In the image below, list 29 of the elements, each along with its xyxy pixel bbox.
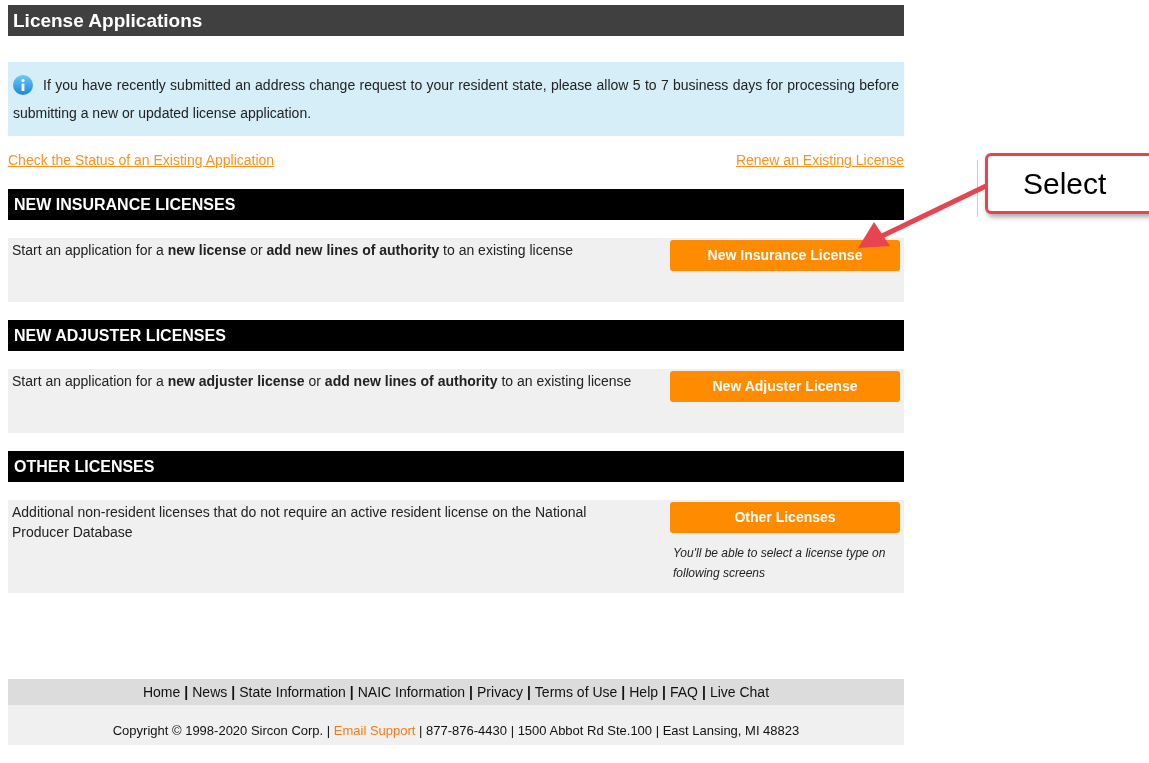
footer-link[interactable]: Privacy (477, 681, 523, 703)
footer-link[interactable]: Help (629, 681, 659, 703)
separator-text: | (184, 682, 189, 702)
section-header: NEW INSURANCE LICENSES (8, 189, 904, 220)
footer-link[interactable]: State Information (239, 681, 346, 703)
separator-text: | (662, 682, 666, 702)
section-description: Additional non-resident licenses that do not require an active resident license on the National Producer Database (12, 503, 588, 542)
footer-link[interactable]: NAIC Information (357, 681, 466, 703)
footer-link[interactable]: Live Chat (709, 681, 770, 703)
footer-link[interactable]: Terms of Use (534, 681, 618, 703)
footer-link[interactable]: News (192, 681, 228, 703)
section-description: Start an application for a new license or add new lines of authority to an existing license (12, 241, 575, 260)
separator-text: | (701, 682, 706, 702)
footer-link[interactable]: FAQ (669, 681, 698, 703)
section-header: OTHER LICENSES (8, 451, 904, 482)
separator-text: | (349, 682, 354, 702)
separator-text: | (621, 682, 626, 702)
separator-text: | (231, 682, 236, 702)
section-header: NEW ADJUSTER LICENSES (8, 320, 904, 351)
footer-link[interactable]: Home (142, 681, 181, 703)
callout-box: Select (985, 153, 1149, 214)
separator-text: | (526, 682, 531, 702)
info-icon (13, 74, 33, 95)
copyright-text: Copyright © 1998-2020 Sircon Corp. | Email Support | 877-876-4430 | 1500 Abbot Rd Ste.100 | East Lansing, MI 48823 (112, 722, 800, 741)
section-description: Start an application for a new adjuster license or add new lines of authority to an existing license (12, 372, 633, 391)
separator-text: | (469, 682, 473, 702)
notice-text: If you have recently submitted an address change request to your resident state, please allow 5 to 7 business days for processing before submitting a new or updated license application. (13, 71, 899, 127)
page-title: License Applications (8, 5, 904, 36)
note-text: You'll be able to select a license type on following screens (672, 545, 887, 582)
